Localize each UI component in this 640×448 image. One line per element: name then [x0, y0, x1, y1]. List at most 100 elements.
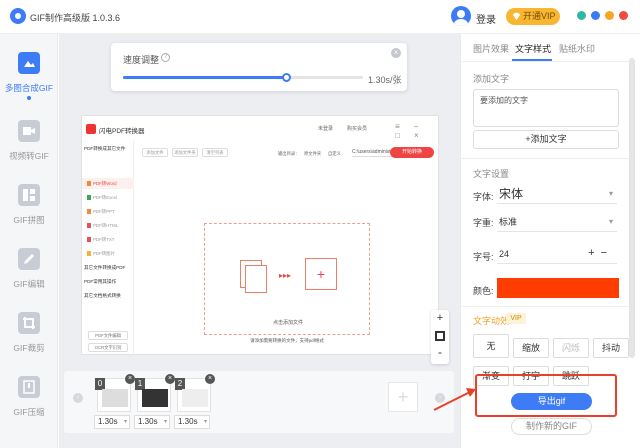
size-label: 字号: [473, 252, 494, 262]
preview-app-title: 闪电PDF转换器 [99, 128, 145, 135]
frame-image [142, 389, 168, 407]
close-icon[interactable]: × [391, 48, 401, 58]
preview-side-button: PDF文件编辑 [88, 331, 128, 340]
tab-sticker-watermark[interactable]: 贴纸水印 [559, 42, 595, 55]
chevron-left-icon[interactable]: ‹ [73, 393, 83, 403]
preview-tool-button: 添加文件 [142, 148, 168, 157]
color-swatch[interactable] [497, 278, 619, 298]
make-new-gif-button[interactable]: 制作新的GIF [511, 418, 592, 435]
close-icon[interactable]: × [205, 374, 215, 384]
zoom-in-icon[interactable]: + [431, 312, 449, 324]
font-select[interactable]: 宋体 ▾ [497, 186, 617, 204]
video-icon [18, 120, 40, 142]
speed-slider-handle[interactable] [282, 73, 292, 82]
help-icon[interactable]: ? [161, 53, 170, 62]
sidebar-item-label: GIF裁剪 [13, 343, 45, 353]
vip-button[interactable]: 开通VIP [506, 8, 560, 25]
preview-category: PDF转换成其它文件 [84, 146, 126, 151]
preview-radio: 原文件夹 [304, 151, 322, 156]
vip-badge: VIP [506, 313, 526, 324]
sidebar-item-label: 多图合成GIF [4, 83, 54, 93]
preview-category: 其它文档格式转换 [84, 293, 121, 298]
preview-member-label: 购买会员 [347, 126, 368, 132]
effect-shake-button[interactable]: 抖动 [593, 338, 629, 358]
diamond-icon [512, 12, 521, 21]
zoom-out-icon[interactable]: - [431, 345, 449, 359]
sidebar-item-label: 视频转GIF [9, 151, 49, 161]
add-frame-button[interactable]: + [388, 382, 418, 412]
sidebar-item-gif-compress[interactable]: GIF压缩 [0, 368, 58, 428]
preview-start-button: 开始转换 [390, 147, 434, 158]
preview-tool-button: 添加文件夹 [172, 148, 198, 157]
sidebar-item-video-to-gif[interactable]: 视频转GIF [0, 112, 58, 172]
preview-tool-button: 清空列表 [202, 148, 228, 157]
user-avatar-icon[interactable] [451, 6, 471, 26]
chevron-right-icon[interactable]: › [435, 393, 445, 403]
close-icon[interactable]: × [165, 374, 175, 384]
close-icon[interactable]: × [125, 374, 135, 384]
chevron-down-icon: ▾ [608, 189, 613, 198]
sidebar-item-gif-collage[interactable]: GIF拼图 [0, 176, 58, 236]
sidebar-item-gif-crop[interactable]: GIF裁剪 [0, 304, 58, 364]
add-file-icon: + [305, 258, 337, 290]
minimize-icon[interactable] [605, 11, 614, 20]
preview-subitem: PDF转Excel [87, 195, 117, 201]
tab-image-effects[interactable]: 图片效果 [473, 42, 509, 55]
zoom-control: + - [431, 310, 449, 364]
frame-thumbnail[interactable]: 0 × [95, 374, 135, 412]
preview-drop-zone: ▸▸▸ + 点击添加文件 [204, 223, 370, 335]
chevron-down-icon: ▾ [608, 217, 613, 226]
frame-duration-select[interactable]: 1.30s ▾ [134, 415, 170, 429]
frame-thumbnail[interactable]: 1 × [135, 374, 175, 412]
sidebar-item-label: GIF编辑 [13, 279, 45, 289]
scrollbar[interactable] [629, 58, 635, 358]
divider [461, 306, 629, 307]
preview-category: PDF常用其操作 [84, 279, 117, 284]
effect-flash-button[interactable]: 闪烁 [553, 338, 589, 358]
preview-subitem: PDF转TXT [87, 237, 114, 243]
frame-preview: 闪电PDF转换器 未登录 购买会员 ≡ – □ × PDF转换成其它文件 PDF… [81, 115, 439, 355]
font-label: 字体: [473, 192, 494, 202]
close-icon[interactable] [619, 11, 628, 20]
speed-slider-fill [123, 76, 287, 79]
fit-icon[interactable] [435, 331, 445, 341]
preview-subitem: PDF转PPT [87, 209, 115, 215]
preview-drop-text: 点击添加文件 [272, 320, 303, 326]
text-placeholder: 要添加的文字 [480, 96, 528, 105]
speed-value: 1.30s/张 [368, 75, 402, 85]
speed-slider[interactable] [123, 73, 363, 82]
collage-icon [18, 184, 40, 206]
text-input[interactable]: 要添加的文字 [473, 89, 619, 127]
divider [461, 158, 629, 159]
skin-icon[interactable] [577, 11, 586, 20]
login-link[interactable]: 登录 [476, 11, 496, 26]
weight-select[interactable]: 标准 ▾ [497, 214, 617, 232]
size-stepper[interactable]: 24 +− [497, 246, 617, 264]
preview-subitem: PDF转Word [87, 181, 117, 187]
preview-subitem: PDF转图片 [87, 251, 115, 257]
sidebar-item-multi-image-gif[interactable]: 多图合成GIF [0, 44, 58, 104]
compress-icon [18, 376, 40, 398]
app-title: GIF制作高级版 1.0.3.6 [30, 13, 121, 23]
arrows-icon: ▸▸▸ [279, 271, 292, 280]
preview-hint: 请添加需要转换的文件，支持pdf格式 [250, 338, 324, 343]
effect-none-button[interactable]: 无 [473, 334, 509, 358]
tab-text-style[interactable]: 文字样式 [515, 42, 551, 55]
frame-image [182, 389, 208, 407]
frame-duration-select[interactable]: 1.30s ▾ [174, 415, 210, 429]
export-highlight-box [475, 374, 617, 417]
edit-pen-icon [18, 248, 40, 270]
effect-zoom-button[interactable]: 缩放 [513, 338, 549, 358]
frame-duration-select[interactable]: 1.30s ▾ [94, 415, 130, 429]
speed-title: 速度调整 [123, 55, 160, 65]
text-settings-title: 文字设置 [473, 169, 510, 179]
title-bar: GIF制作高级版 1.0.3.6 登录 开通VIP [0, 0, 640, 34]
menu-icon[interactable] [591, 11, 600, 20]
sidebar-item-gif-edit[interactable]: GIF编辑 [0, 240, 58, 300]
frame-thumbnail[interactable]: 2 × [175, 374, 215, 412]
preview-radio: 自定义 [328, 151, 341, 156]
preview-user-label: 未登录 [318, 126, 334, 132]
weight-label: 字重: [473, 218, 494, 228]
preview-window-controls: ≡ – □ × [395, 122, 425, 140]
add-text-button[interactable]: +添加文字 [473, 130, 619, 149]
